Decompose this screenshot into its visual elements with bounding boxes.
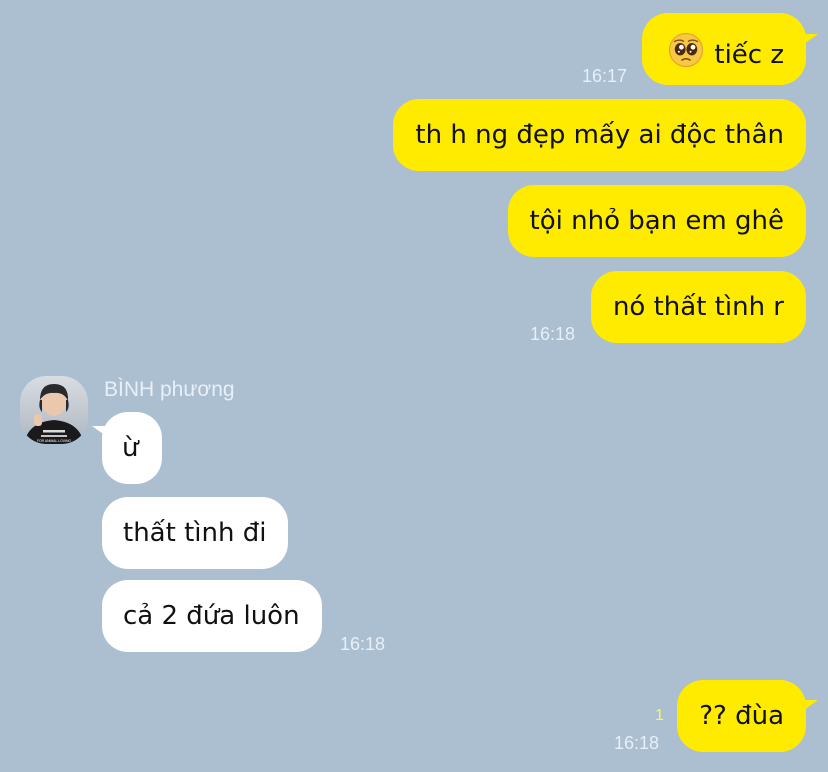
incoming-message[interactable]: thất tình đi (102, 497, 289, 569)
pleading-face-icon (668, 32, 704, 75)
message-text: thất tình đi (123, 518, 267, 548)
message-text: cả 2 đứa luôn (123, 601, 300, 631)
incoming-message[interactable]: cả 2 đứa luôn (102, 580, 322, 652)
message-timestamp: 16:18 (340, 634, 386, 654)
outgoing-message[interactable]: nó thất tình r (590, 271, 806, 343)
message-text: tiếc z (714, 40, 784, 70)
outgoing-message[interactable]: tiếc z (642, 13, 806, 85)
message-text: th h ng đẹp mấy ai độc thân (415, 120, 784, 150)
outgoing-message[interactable]: th h ng đẹp mấy ai độc thân (393, 99, 806, 171)
bubble-tail (804, 700, 818, 710)
message-timestamp: 16:18 (614, 733, 660, 753)
unread-count: 1 (655, 707, 664, 724)
incoming-message[interactable]: ừ (102, 412, 162, 484)
message-text: ?? đùa (699, 701, 784, 731)
message-text: nó thất tình r (612, 292, 784, 322)
message-timestamp: 16:18 (530, 324, 576, 344)
avatar[interactable]: FOR ANIMAL LOVING (20, 376, 88, 444)
outgoing-message[interactable]: ?? đùa (677, 680, 806, 752)
message-text: tội nhỏ bạn em ghê (529, 206, 784, 236)
avatar-shirt-text: FOR ANIMAL LOVING (37, 439, 72, 443)
sender-name: BÌNH phương (104, 378, 235, 401)
message-text: ừ (122, 433, 139, 463)
bubble-tail (804, 34, 818, 44)
outgoing-message[interactable]: tội nhỏ bạn em ghê (507, 185, 806, 257)
message-timestamp: 16:17 (582, 66, 628, 86)
